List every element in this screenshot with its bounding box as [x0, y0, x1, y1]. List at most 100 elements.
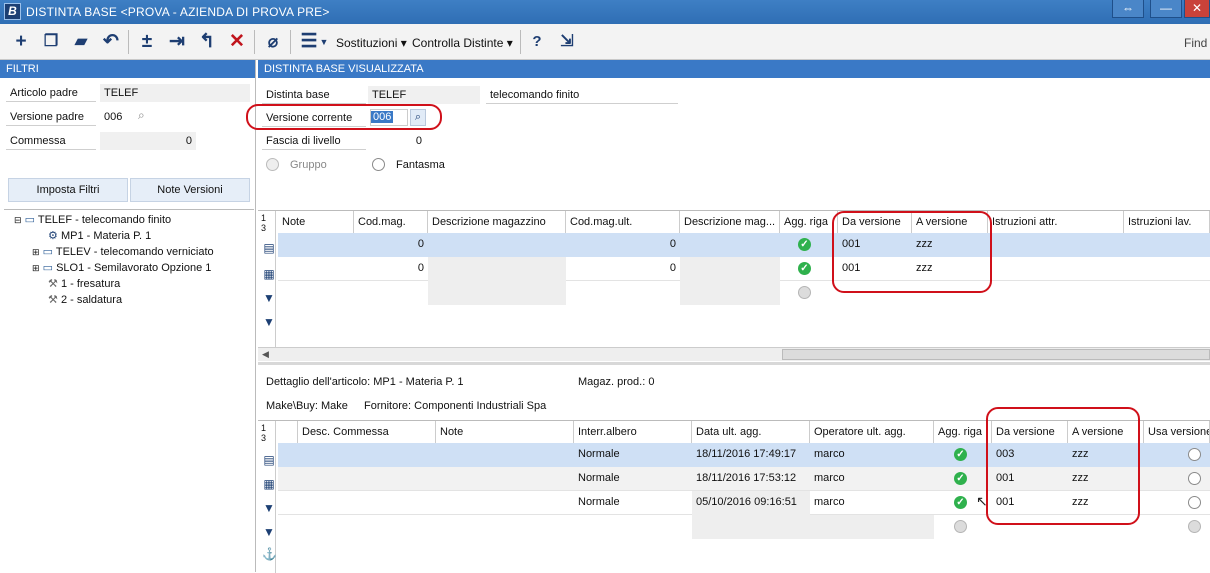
grid-view-icon[interactable]: ▤	[262, 453, 276, 467]
attachment-icon[interactable]: ⌀	[260, 30, 286, 54]
tree-label: 1 - fresatura	[60, 278, 121, 290]
col-header[interactable]: Data ult. agg.	[692, 421, 810, 443]
col-header[interactable]: Usa versione	[1144, 421, 1210, 443]
undo-icon[interactable]: ↶	[98, 30, 124, 54]
fantasma-radio[interactable]	[372, 158, 385, 171]
distinta-label: Distinta base	[262, 86, 366, 104]
cell-codmag: 0	[417, 262, 424, 274]
col-header[interactable]: Descrizione mag...	[680, 211, 780, 233]
usa-versione-radio[interactable]	[1188, 448, 1201, 461]
bom-tree: ⊟ ▭ TELEF - telecomando finito ⚙ MP1 - M…	[6, 212, 254, 322]
col-header-blank[interactable]	[278, 421, 298, 443]
col-header[interactable]: Note	[436, 421, 574, 443]
gruppo-label: Gruppo	[290, 159, 327, 171]
annotation-box	[832, 211, 992, 293]
undo-row-icon[interactable]: ↰	[194, 30, 220, 54]
filter-clear-icon[interactable]: ▼	[262, 315, 276, 329]
scroll-left-icon[interactable]: ◀	[262, 349, 269, 360]
separator	[254, 30, 255, 54]
help-icon[interactable]: ?	[524, 30, 550, 54]
versione-padre-label: Versione padre	[6, 108, 96, 126]
chevron-down-icon[interactable]: ▼	[318, 30, 330, 54]
horizontal-scrollbar[interactable]: ◀	[258, 347, 1210, 361]
check-icon: ✓	[954, 472, 967, 485]
close-icon[interactable]: ✕	[1184, 0, 1210, 18]
col-header[interactable]: Note	[278, 211, 354, 233]
delete-icon[interactable]: ✕	[224, 30, 250, 54]
cell-data: 18/11/2016 17:49:17	[696, 448, 797, 460]
copy-icon[interactable]: ❐	[38, 30, 64, 54]
find-box[interactable]: Find	[1184, 36, 1207, 50]
col-header[interactable]: Operatore ult. agg.	[810, 421, 934, 443]
tree-item[interactable]: ⚒ 1 - fresatura	[48, 276, 120, 292]
col-header[interactable]: Descrizione magazzino	[428, 211, 566, 233]
row-count: 1 3	[261, 213, 267, 233]
col-header[interactable]: Istruzioni attr.	[988, 211, 1124, 233]
filter-clear-icon[interactable]: ▼	[262, 525, 276, 539]
restore-icon[interactable]: ⇔	[1112, 0, 1144, 18]
cell-interr: Normale	[578, 472, 620, 484]
cell-bg	[692, 515, 934, 539]
table-row[interactable]: 0 0 ✓ 001 zzz	[278, 257, 1210, 281]
insert-row-icon[interactable]: ±	[134, 30, 160, 54]
filter-icon[interactable]: ▼	[262, 291, 276, 305]
exit-icon[interactable]: ⇲	[554, 30, 580, 54]
distinta-field[interactable]: TELEF	[368, 86, 480, 104]
commessa-field[interactable]: 0	[100, 132, 196, 150]
col-header[interactable]: Interr.albero	[574, 421, 692, 443]
col-header[interactable]: Istruzioni lav.	[1124, 211, 1210, 233]
tree-item[interactable]: ⚙ MP1 - Materia P. 1	[48, 228, 151, 244]
annotation-box	[986, 407, 1140, 525]
add-icon[interactable]: +	[8, 30, 34, 54]
detail-make-buy: Make\Buy: Make	[266, 400, 348, 412]
table-row[interactable]: 0 0 ✓ 001 zzz	[278, 233, 1210, 257]
table-icon[interactable]: ▦	[262, 477, 276, 491]
col-header[interactable]: Agg. riga	[934, 421, 992, 443]
col-header[interactable]: Desc. Commessa	[298, 421, 436, 443]
folder-open-icon[interactable]: ▰	[68, 30, 94, 54]
grid-view-icon[interactable]: ▤	[262, 241, 276, 255]
scrollbar-thumb[interactable]	[782, 349, 1210, 360]
cell-operatore: marco	[814, 496, 845, 508]
separator	[520, 30, 521, 54]
separator	[128, 30, 129, 54]
indent-icon[interactable]: ⇥	[164, 30, 190, 54]
gruppo-radio[interactable]	[266, 158, 279, 171]
cell-interr: Normale	[578, 448, 620, 460]
collapse-icon[interactable]: ⊟	[14, 215, 22, 225]
col-header[interactable]: Cod.mag.ult.	[566, 211, 680, 233]
versione-padre-field[interactable]: 006	[100, 108, 130, 126]
expand-icon[interactable]: ⊞	[32, 247, 40, 257]
col-header[interactable]: Agg. riga	[780, 211, 838, 233]
splitter[interactable]	[258, 362, 1210, 365]
col-header[interactable]: Cod.mag.	[354, 211, 428, 233]
imposta-filtri-button[interactable]: Imposta Filtri	[8, 178, 128, 202]
tree-item[interactable]: ⊞ ▭ TELEV - telecomando verniciato	[32, 244, 214, 260]
table-icon[interactable]: ▦	[262, 267, 276, 281]
versions-grid: 1 3 Desc. Commessa Note Interr.albero Da…	[258, 407, 1210, 573]
expand-icon[interactable]: ⊞	[32, 263, 40, 273]
controlla-distinte-menu[interactable]: Controlla Distinte ▾	[412, 36, 513, 50]
fascia-label: Fascia di livello	[262, 132, 366, 150]
search-icon[interactable]: ⌕	[138, 108, 145, 123]
fascia-field[interactable]: 0	[370, 132, 426, 150]
check-icon: ✓	[954, 496, 967, 509]
tree-item[interactable]: ⚒ 2 - saldatura	[48, 292, 122, 308]
cell-operatore: marco	[814, 472, 845, 484]
tree-item[interactable]: ⊞ ▭ SLO1 - Semilavorato Opzione 1	[32, 260, 211, 276]
new-row[interactable]	[278, 281, 1210, 305]
check-icon: ✓	[798, 262, 811, 275]
articolo-field[interactable]: TELEF	[100, 84, 250, 102]
anchor-icon[interactable]: ⚓	[262, 547, 277, 561]
wrench-icon: ⚒	[48, 294, 58, 306]
sostituzioni-menu[interactable]: Sostituzioni ▾	[336, 36, 407, 50]
cell-descult	[680, 281, 780, 305]
note-versioni-button[interactable]: Note Versioni	[130, 178, 250, 202]
filter-icon[interactable]: ▼	[262, 501, 276, 515]
usa-versione-radio[interactable]	[1188, 496, 1201, 509]
check-icon: ✓	[798, 238, 811, 251]
articolo-label: Articolo padre	[6, 84, 96, 102]
usa-versione-radio[interactable]	[1188, 472, 1201, 485]
tree-item[interactable]: ⊟ ▭ TELEF - telecomando finito	[14, 212, 171, 228]
minimize-icon[interactable]: —	[1150, 0, 1182, 18]
